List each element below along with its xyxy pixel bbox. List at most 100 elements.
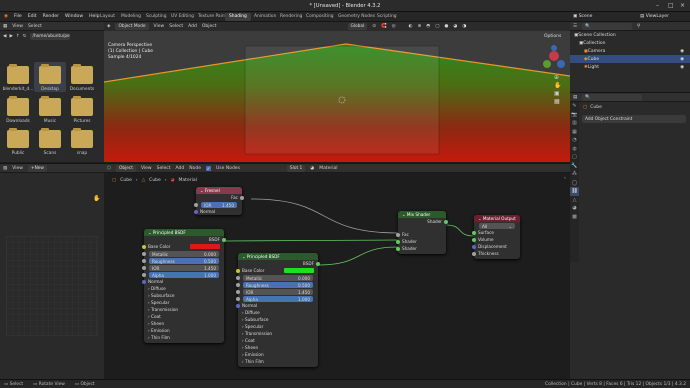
node-title[interactable]: ⌄ Fresnel: [196, 187, 242, 194]
tool-tab-icon[interactable]: ✎: [570, 102, 579, 111]
fb-view-menu[interactable]: View: [12, 24, 23, 29]
zoom-icon[interactable]: ⊕: [554, 74, 561, 82]
node-panel[interactable]: › Emission: [238, 351, 318, 358]
input-socket[interactable]: [472, 238, 476, 242]
input-socket[interactable]: [236, 269, 240, 273]
material-tab-icon[interactable]: ◕: [570, 204, 579, 213]
input-socket[interactable]: [142, 266, 146, 270]
constraint-tab-icon[interactable]: ⛓: [570, 187, 579, 196]
properties-search-input[interactable]: 🔍: [582, 93, 643, 101]
fb-path-field[interactable]: /home/ubuntu/pete/: [29, 32, 70, 40]
mix-shader-node[interactable]: ⌄ Mix Shader Shader Fac Shader Shader: [396, 211, 448, 254]
tab-shading[interactable]: Shading: [225, 13, 251, 21]
outliner-item-light[interactable]: ✺ Light ◉: [570, 63, 690, 71]
pivot-icon[interactable]: ⊙: [372, 24, 376, 29]
node-panel[interactable]: › Diffuse: [238, 309, 318, 316]
file-item[interactable]: snap: [66, 128, 98, 156]
input-socket[interactable]: [142, 273, 146, 277]
data-tab-icon[interactable]: △: [570, 196, 579, 205]
visibility-icon[interactable]: ◐: [409, 24, 413, 29]
menu-edit[interactable]: Edit: [28, 14, 37, 19]
maximize-icon[interactable]: □: [668, 2, 674, 9]
particles-tab-icon[interactable]: ⁂: [570, 170, 579, 179]
minimize-icon[interactable]: –: [656, 2, 659, 9]
eye-icon[interactable]: ◉: [680, 57, 684, 62]
parent-dir-icon[interactable]: ↑: [16, 34, 20, 39]
scene-selector[interactable]: ▣ Scene: [573, 14, 592, 19]
file-item[interactable]: Scans: [34, 128, 66, 156]
blender-logo-icon[interactable]: ◉: [4, 14, 8, 19]
node-panel[interactable]: › Subsurface: [238, 316, 318, 323]
input-socket[interactable]: [472, 231, 476, 235]
input-socket[interactable]: [236, 276, 240, 280]
node-title[interactable]: ⌄ Mix Shader: [398, 211, 446, 218]
vp-view-menu[interactable]: View: [154, 24, 165, 29]
world-tab-icon[interactable]: ◍: [570, 145, 579, 154]
render-tab-icon[interactable]: 📷: [570, 111, 579, 120]
editor-type-icon[interactable]: ▨: [3, 166, 7, 171]
add-object-constraint-button[interactable]: Add Object Constraint: [582, 115, 686, 123]
base-color-swatch[interactable]: [284, 268, 314, 273]
input-socket[interactable]: [472, 252, 476, 256]
node-panel[interactable]: › Thin Film: [144, 334, 224, 341]
file-item[interactable]: blenderkit_d...: [2, 64, 34, 92]
node-panel[interactable]: › Coat: [144, 313, 224, 320]
filter-icon[interactable]: ⚲: [637, 24, 640, 29]
fb-select-menu[interactable]: Select: [28, 24, 42, 29]
node-panel[interactable]: › Emission: [144, 327, 224, 334]
node-panel[interactable]: › Thin Film: [238, 358, 318, 365]
menu-window[interactable]: Window: [65, 14, 83, 19]
node-panel[interactable]: › Transmission: [144, 306, 224, 313]
input-socket[interactable]: [142, 245, 146, 249]
navigation-gizmo[interactable]: [542, 44, 566, 72]
forward-icon[interactable]: ▶: [9, 34, 12, 39]
material-output-node[interactable]: ⌄ Material Output All ⌄ Surface Volume Di…: [472, 215, 520, 259]
vp-object-menu[interactable]: Object: [202, 24, 217, 29]
input-socket[interactable]: [236, 290, 240, 294]
shading-solid-icon[interactable]: ●: [444, 24, 448, 29]
proportional-icon[interactable]: ◎: [392, 24, 396, 29]
input-socket[interactable]: [396, 240, 400, 244]
node-title[interactable]: ⌄ Principled BSDF: [238, 253, 318, 260]
input-socket[interactable]: [236, 304, 240, 308]
view-layer-tab-icon[interactable]: ▦: [570, 128, 579, 137]
principled-bsdf-node-1[interactable]: ⌄ Principled BSDF BSDF Base Color Metall…: [142, 229, 226, 343]
input-socket[interactable]: [194, 203, 198, 207]
input-socket[interactable]: [142, 259, 146, 263]
node-title[interactable]: ⌄ Principled BSDF: [144, 229, 224, 236]
pan-icon[interactable]: ✋: [554, 82, 561, 90]
tab-modeling[interactable]: Modeling: [117, 13, 145, 21]
editor-type-icon[interactable]: ▦: [3, 24, 7, 29]
output-socket[interactable]: [316, 262, 320, 266]
input-socket[interactable]: [142, 252, 146, 256]
orientation-dropdown[interactable]: Global: [347, 23, 368, 30]
tab-compositing[interactable]: Compositing: [302, 13, 338, 21]
node-panel[interactable]: › Coat: [238, 337, 318, 344]
back-icon[interactable]: ◀: [3, 34, 6, 39]
output-socket[interactable]: [222, 238, 226, 242]
close-icon[interactable]: ×: [680, 2, 685, 9]
outliner-item-collection[interactable]: ▣ Collection: [570, 39, 690, 47]
tab-layout[interactable]: Layout: [96, 13, 119, 21]
camera-view-icon[interactable]: ▣: [554, 90, 561, 98]
snap-icon[interactable]: 🧲: [381, 24, 387, 29]
texture-tab-icon[interactable]: ▩: [570, 213, 579, 222]
vp-add-menu[interactable]: Add: [188, 24, 197, 29]
node-title[interactable]: ⌄ Material Output: [474, 215, 520, 222]
refresh-icon[interactable]: ↻: [23, 34, 27, 39]
output-socket[interactable]: [444, 220, 448, 224]
input-socket[interactable]: [396, 233, 400, 237]
options-button[interactable]: Options: [544, 34, 561, 39]
editor-type-icon[interactable]: ▤: [573, 95, 577, 100]
viewlayer-selector[interactable]: ▤ ViewLayer: [640, 14, 669, 19]
node-panel[interactable]: › Specular: [144, 299, 224, 306]
fresnel-node[interactable]: ⌄ Fresnel Fac IOR 1.450 Normal: [194, 187, 244, 215]
tab-scripting[interactable]: Scripting: [373, 13, 401, 21]
node-panel[interactable]: › Sheen: [238, 344, 318, 351]
vp-select-menu[interactable]: Select: [169, 24, 183, 29]
file-item[interactable]: Desktop: [34, 62, 66, 92]
file-item[interactable]: Public: [2, 128, 34, 156]
eye-icon[interactable]: ◉: [680, 65, 684, 70]
file-item[interactable]: Pictures: [66, 96, 98, 124]
scene-tab-icon[interactable]: ◔: [570, 136, 579, 145]
